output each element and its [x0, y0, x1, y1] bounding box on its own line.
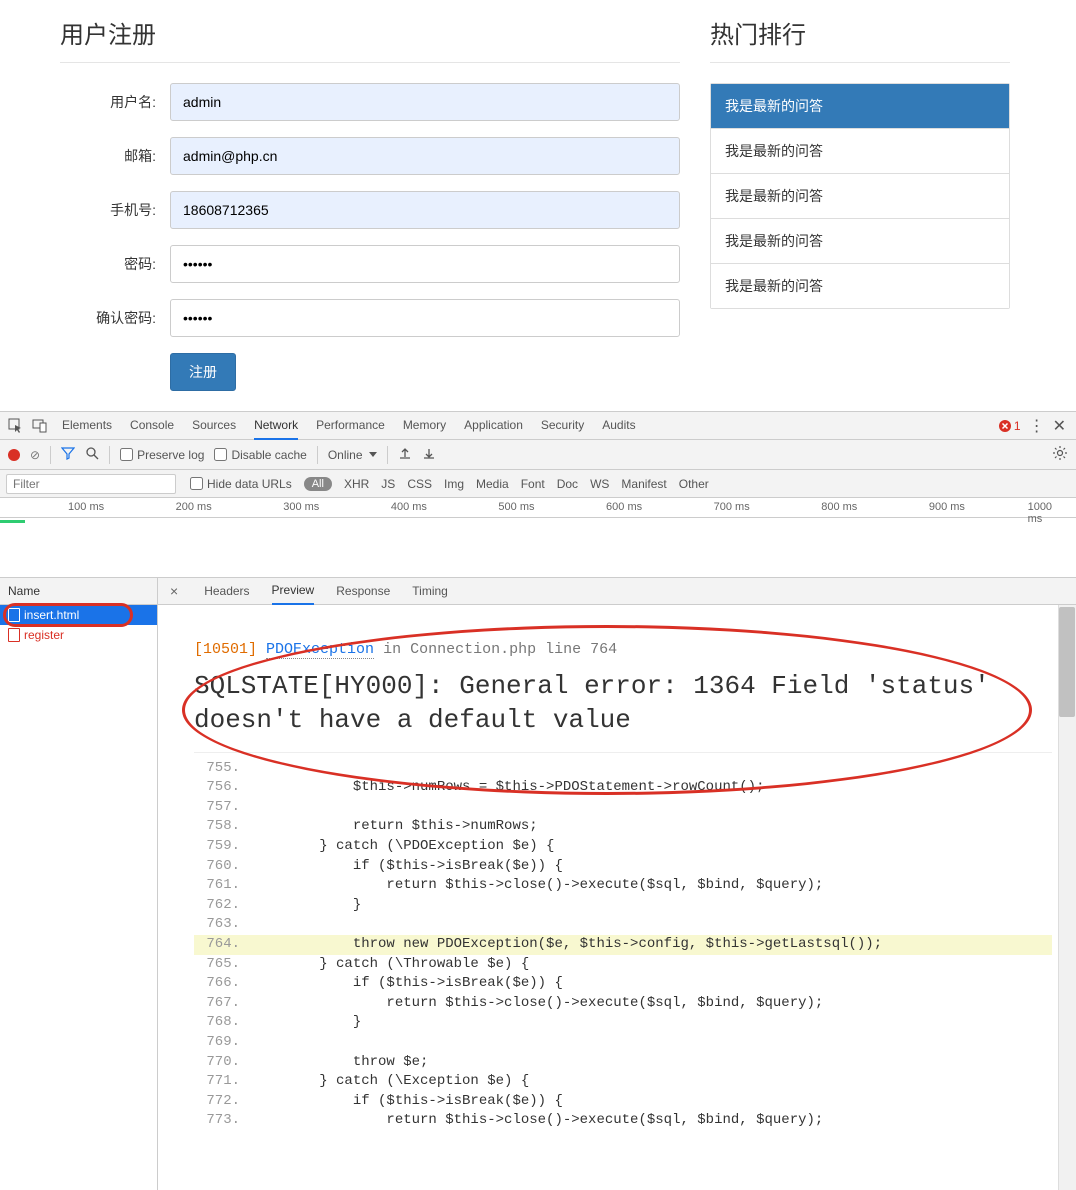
throttling-select[interactable]: Online [328, 448, 377, 462]
upload-icon[interactable] [398, 446, 412, 463]
code-line: 773. return $this->close()->execute($sql… [194, 1111, 1052, 1131]
code-block: 755.756. $this->numRows = $this->PDOStat… [194, 753, 1052, 1137]
filter-type-manifest[interactable]: Manifest [621, 477, 666, 491]
clear-icon[interactable]: ⊘ [30, 448, 40, 462]
tab-security[interactable]: Security [541, 412, 584, 440]
error-message: SQLSTATE[HY000]: General error: 1364 Fie… [194, 666, 1052, 753]
filter-icon[interactable] [61, 446, 75, 463]
code-line: 771. } catch (\Exception $e) { [194, 1072, 1052, 1092]
label-mobile: 手机号: [60, 200, 170, 220]
filter-type-all[interactable]: All [304, 477, 332, 491]
filter-type-js[interactable]: JS [381, 477, 395, 491]
code-line: 765. } catch (\Throwable $e) { [194, 955, 1052, 975]
code-line: 757. [194, 798, 1052, 818]
tab-sources[interactable]: Sources [192, 412, 236, 440]
filter-type-media[interactable]: Media [476, 477, 509, 491]
record-button[interactable] [8, 449, 20, 461]
code-line: 769. [194, 1033, 1052, 1053]
tab-performance[interactable]: Performance [316, 412, 385, 440]
code-line: 760. if ($this->isBreak($e)) { [194, 857, 1052, 877]
input-mobile[interactable] [170, 191, 680, 229]
filter-input[interactable] [6, 474, 176, 494]
code-line: 767. return $this->close()->execute($sql… [194, 994, 1052, 1014]
code-line: 758. return $this->numRows; [194, 817, 1052, 837]
detail-tab-headers[interactable]: Headers [204, 578, 249, 605]
filter-type-doc[interactable]: Doc [557, 477, 578, 491]
label-email: 邮箱: [60, 146, 170, 166]
preview-pane: [10501] PDOException in Connection.php l… [158, 605, 1076, 1190]
tab-console[interactable]: Console [130, 412, 174, 440]
code-line: 772. if ($this->isBreak($e)) { [194, 1092, 1052, 1112]
submit-button[interactable]: 注册 [170, 353, 236, 391]
label-pwd: 密码: [60, 254, 170, 274]
download-icon[interactable] [422, 446, 436, 463]
code-line: 762. } [194, 896, 1052, 916]
disable-cache-checkbox[interactable]: Disable cache [214, 448, 306, 462]
name-column-header[interactable]: Name [0, 578, 157, 605]
code-line: 764. throw new PDOException($e, $this->c… [194, 935, 1052, 955]
filter-type-ws[interactable]: WS [590, 477, 609, 491]
code-line: 759. } catch (\PDOException $e) { [194, 837, 1052, 857]
filter-type-img[interactable]: Img [444, 477, 464, 491]
filter-type-css[interactable]: CSS [407, 477, 432, 491]
search-icon[interactable] [85, 446, 99, 463]
input-pwd2[interactable] [170, 299, 680, 337]
request-item-insert[interactable]: insert.html [0, 605, 157, 625]
rank-title: 热门排行 [710, 15, 1010, 63]
code-line: 763. [194, 915, 1052, 935]
code-line: 766. if ($this->isBreak($e)) { [194, 974, 1052, 994]
request-item-register[interactable]: register [0, 625, 157, 645]
label-user: 用户名: [60, 92, 170, 112]
rank-item[interactable]: 我是最新的问答 [711, 264, 1009, 308]
tab-application[interactable]: Application [464, 412, 523, 440]
code-line: 770. throw $e; [194, 1053, 1052, 1073]
detail-tab-timing[interactable]: Timing [412, 578, 448, 605]
code-line: 761. return $this->close()->execute($sql… [194, 876, 1052, 896]
close-devtools-icon[interactable]: ✕ [1053, 416, 1066, 436]
tab-audits[interactable]: Audits [602, 412, 635, 440]
device-toggle-icon[interactable] [28, 414, 52, 438]
scrollbar[interactable] [1058, 605, 1076, 1190]
detail-tab-preview[interactable]: Preview [272, 578, 315, 605]
more-icon[interactable]: ⋮ [1029, 416, 1045, 436]
input-user[interactable] [170, 83, 680, 121]
hide-data-urls-checkbox[interactable]: Hide data URLs [190, 477, 292, 491]
error-indicator[interactable]: 1 [998, 419, 1021, 433]
tab-network[interactable]: Network [254, 412, 298, 440]
close-detail-icon[interactable]: × [166, 583, 182, 599]
file-icon [8, 608, 20, 622]
preserve-log-checkbox[interactable]: Preserve log [120, 448, 204, 462]
code-line: 756. $this->numRows = $this->PDOStatemen… [194, 778, 1052, 798]
filter-type-font[interactable]: Font [521, 477, 545, 491]
rank-item[interactable]: 我是最新的问答 [711, 219, 1009, 264]
input-email[interactable] [170, 137, 680, 175]
tab-memory[interactable]: Memory [403, 412, 446, 440]
code-line: 768. } [194, 1013, 1052, 1033]
timeline-ruler[interactable]: 100 ms 200 ms 300 ms 400 ms 500 ms 600 m… [0, 498, 1076, 518]
filter-type-xhr[interactable]: XHR [344, 477, 369, 491]
filter-type-other[interactable]: Other [679, 477, 709, 491]
label-pwd2: 确认密码: [60, 308, 170, 328]
input-pwd[interactable] [170, 245, 680, 283]
rank-item[interactable]: 我是最新的问答 [711, 174, 1009, 219]
rank-item[interactable]: 我是最新的问答 [711, 84, 1009, 129]
gear-icon[interactable] [1052, 445, 1068, 464]
rank-item[interactable]: 我是最新的问答 [711, 129, 1009, 174]
file-icon [8, 628, 20, 642]
error-header: [10501] PDOException in Connection.php l… [194, 635, 1052, 666]
form-title: 用户注册 [60, 15, 680, 63]
inspect-element-icon[interactable] [4, 414, 28, 438]
detail-tab-response[interactable]: Response [336, 578, 390, 605]
code-line: 755. [194, 759, 1052, 779]
timeline-body[interactable] [0, 518, 1076, 578]
tab-elements[interactable]: Elements [62, 412, 112, 440]
